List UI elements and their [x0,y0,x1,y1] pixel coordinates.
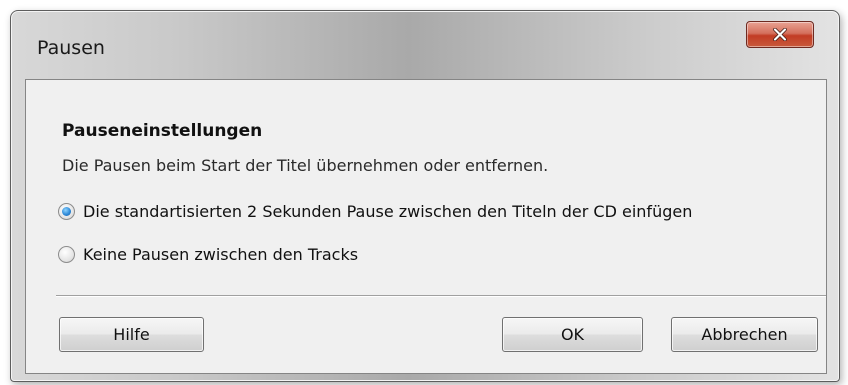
close-button[interactable] [746,21,814,48]
window-title: Pausen [37,37,105,59]
radio-button-selected[interactable] [58,203,75,220]
ok-button[interactable]: OK [502,317,643,352]
section-heading: Pauseneinstellungen [62,121,263,141]
pausen-dialog: Pausen Pauseneinstellungen Die Pausen be… [10,10,840,382]
close-x-icon [773,28,787,41]
section-description: Die Pausen beim Start der Titel übernehm… [62,156,549,175]
radio-option-label: Keine Pausen zwischen den Tracks [83,245,359,264]
radio-option-no-pause[interactable]: Keine Pausen zwischen den Tracks [58,245,358,264]
dialog-content: Pauseneinstellungen Die Pausen beim Star… [25,79,827,374]
radio-option-label: Die standartisierten 2 Sekunden Pause zw… [83,202,693,221]
radio-button-unselected[interactable] [58,246,75,263]
separator [56,295,826,297]
cancel-button[interactable]: Abbrechen [671,317,818,352]
help-button[interactable]: Hilfe [59,317,204,352]
title-bar[interactable]: Pausen [11,11,839,77]
radio-option-standard-pause[interactable]: Die standartisierten 2 Sekunden Pause zw… [58,202,692,221]
